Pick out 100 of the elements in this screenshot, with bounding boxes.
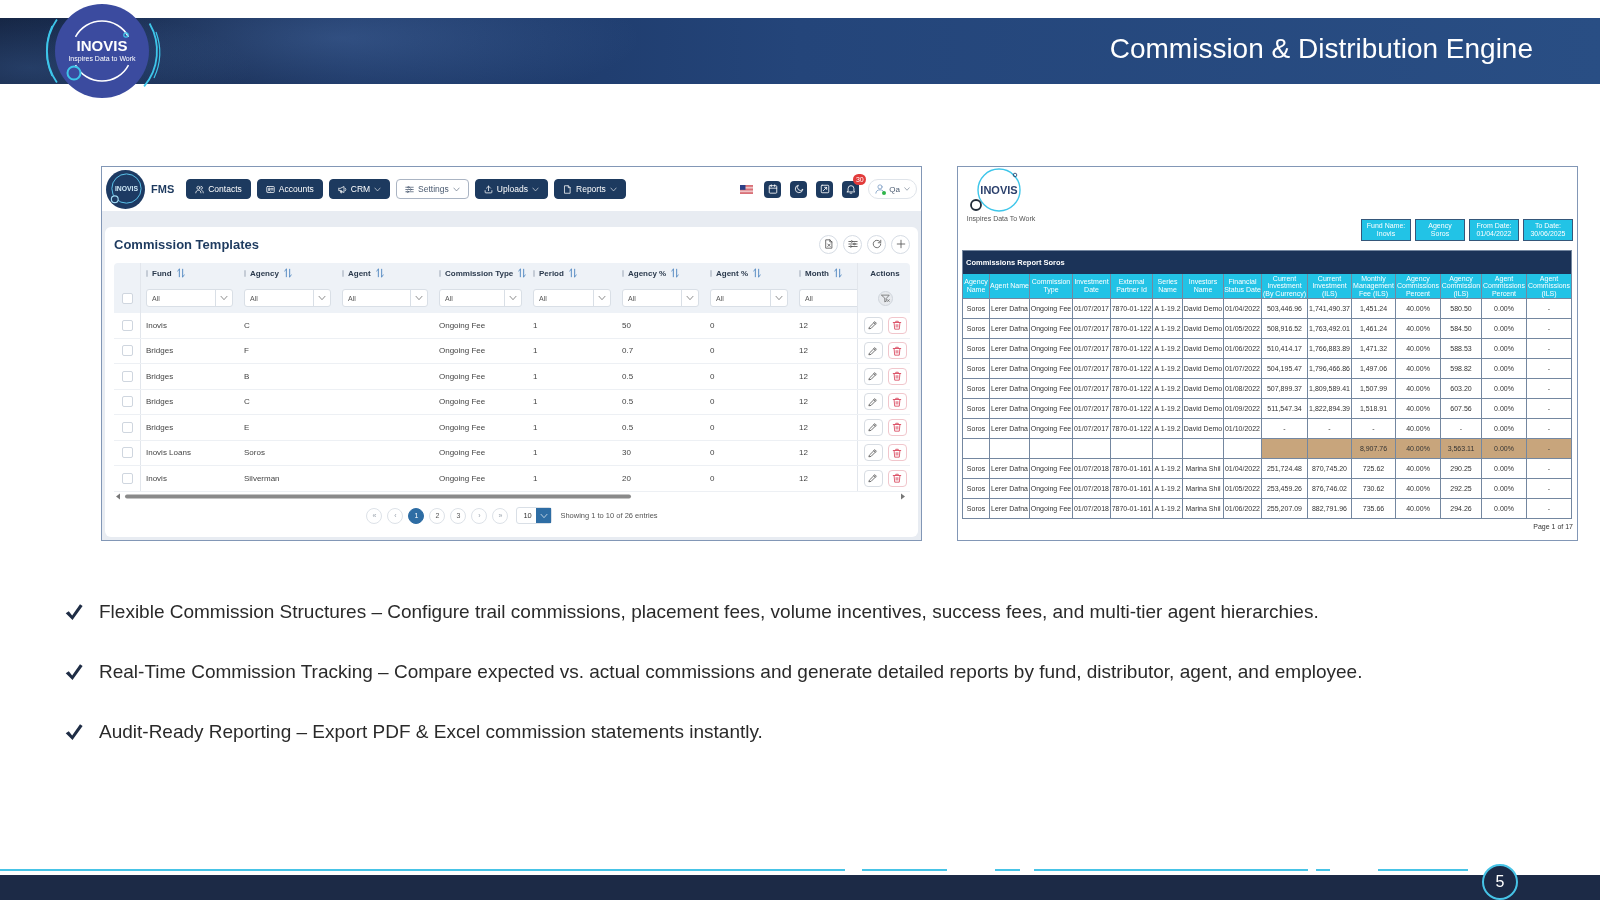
table-cell	[1073, 439, 1111, 459]
menu-button[interactable]: Settings	[396, 179, 469, 199]
table-cell	[1111, 439, 1153, 459]
edit-button[interactable]	[863, 393, 883, 411]
checkbox[interactable]	[121, 319, 133, 331]
table-cell-text: C	[243, 319, 251, 332]
trash-icon	[892, 371, 902, 382]
table-cell-text: 0	[709, 472, 716, 485]
trash-icon	[892, 396, 902, 407]
fullscreen-button[interactable]	[816, 180, 834, 198]
checkbox[interactable]	[121, 292, 133, 304]
feature-text: Flexible Commission Structures – Configure trail commissions, placement fees, volume incentives, success fees, and multi-tier agent hierarchies.	[99, 600, 1319, 624]
checkbox[interactable]	[121, 421, 133, 433]
delete-button[interactable]	[887, 393, 907, 411]
table-cell-text: 1	[532, 472, 539, 485]
table-cell-text: Ongoing Fee	[438, 370, 487, 383]
flag-icon[interactable]	[740, 184, 754, 194]
sort-icon[interactable]	[517, 268, 528, 278]
slide-title: Commission & Distribution Engine	[1109, 33, 1533, 65]
pencil-icon	[868, 473, 878, 484]
checkbox[interactable]	[121, 345, 133, 357]
feature-text: Audit-Ready Reporting – Export PDF & Excel commission statements instantly.	[99, 720, 763, 744]
table-cell-text: 0	[709, 447, 716, 460]
table-cell-text: 0	[709, 345, 716, 358]
chevron-down-icon	[318, 294, 326, 302]
table-cell	[1183, 439, 1224, 459]
pencil-icon	[868, 320, 878, 331]
table-cell-text: Ongoing Fee	[438, 345, 487, 358]
delete-button[interactable]	[887, 367, 907, 385]
table-cell-text: Bridges	[145, 396, 175, 409]
table-cell-text: Ongoing Fee	[438, 396, 487, 409]
table-cell-text: E	[243, 421, 251, 434]
edit-button[interactable]	[863, 316, 883, 334]
dark-mode-button[interactable]	[790, 180, 808, 198]
table-cell-text: 12	[798, 370, 809, 383]
column-header: Commission Type	[445, 268, 514, 278]
table-cell-text: Soros	[243, 447, 266, 460]
table-cell-text: Silverman	[243, 472, 281, 485]
page-number: 5	[1482, 864, 1518, 900]
clear-filters-button[interactable]	[877, 290, 893, 306]
column-header: Agent %	[716, 268, 748, 278]
moon-icon	[793, 184, 804, 194]
sort-icon[interactable]	[374, 268, 385, 278]
add-button[interactable]	[891, 234, 910, 254]
edit-button[interactable]	[863, 469, 883, 487]
megaphone-icon	[337, 184, 347, 194]
column-header: Agent	[348, 268, 371, 278]
columns-button[interactable]	[843, 234, 862, 254]
calendar-button[interactable]	[764, 180, 782, 198]
table-cell-text: Ongoing Fee	[438, 319, 487, 332]
menu-button[interactable]: Contacts	[186, 179, 251, 199]
pencil-icon	[868, 422, 878, 433]
checkbox[interactable]	[121, 370, 133, 382]
checkbox[interactable]	[121, 472, 133, 484]
edit-button[interactable]	[863, 444, 883, 462]
checkbox[interactable]	[121, 396, 133, 408]
edit-button[interactable]	[863, 342, 883, 360]
menu-button[interactable]: CRM	[328, 179, 391, 199]
table-cell-text: 0.5	[621, 396, 635, 409]
table-cell-text: Bridges	[145, 345, 175, 358]
sort-icon[interactable]	[567, 268, 578, 278]
chevron-down-icon	[775, 294, 783, 302]
menu-button[interactable]: Accounts	[256, 179, 323, 199]
refresh-icon	[871, 239, 882, 249]
sort-icon[interactable]	[282, 268, 293, 278]
expand-icon	[819, 184, 830, 194]
user-menu-button[interactable]: Qa	[868, 179, 917, 199]
checkbox[interactable]	[121, 447, 133, 459]
chevron-down-icon	[415, 294, 423, 302]
table-cell-text: 0	[709, 319, 716, 332]
table-cell-text: Inovis Loans	[145, 447, 192, 460]
sort-icon[interactable]	[175, 268, 186, 278]
export-button[interactable]	[819, 234, 838, 254]
pencil-icon	[868, 396, 878, 407]
delete-button[interactable]	[887, 444, 907, 462]
refresh-button[interactable]	[867, 234, 886, 254]
menu-button[interactable]: Reports	[554, 179, 626, 199]
chevron-down-icon	[686, 294, 694, 302]
pencil-icon	[868, 345, 878, 356]
table-cell-text: Inovis	[145, 472, 168, 485]
delete-button[interactable]	[887, 469, 907, 487]
sort-icon[interactable]	[670, 268, 681, 278]
table-cell-text: Ongoing Fee	[438, 472, 487, 485]
delete-button[interactable]	[887, 316, 907, 334]
user-icon	[875, 184, 886, 194]
bell-icon	[845, 184, 856, 194]
delete-button[interactable]	[887, 342, 907, 360]
table-cell-text: 12	[798, 319, 809, 332]
edit-button[interactable]	[863, 418, 883, 436]
delete-button[interactable]	[887, 418, 907, 436]
sort-icon[interactable]	[752, 268, 762, 278]
app-name: FMS	[151, 183, 175, 195]
check-icon	[65, 723, 83, 741]
table-cell-text: 0.5	[621, 421, 635, 434]
chevron-down-icon	[532, 185, 539, 193]
sort-icon[interactable]	[833, 268, 843, 278]
edit-button[interactable]	[863, 367, 883, 385]
column-header: Agency %	[628, 268, 667, 278]
menu-button[interactable]: Uploads	[474, 179, 548, 199]
trash-icon	[892, 447, 902, 458]
